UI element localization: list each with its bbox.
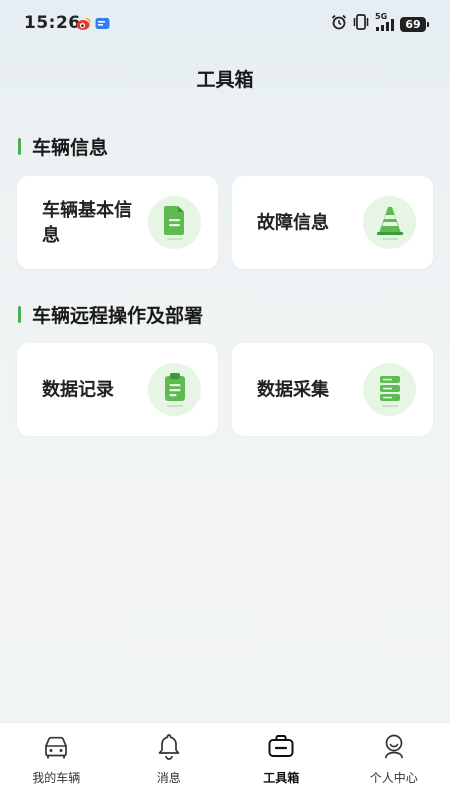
card-label: 故障信息 [257,212,329,233]
section-title-remote-ops: 车辆远程操作及部署 [18,301,203,328]
card-vehicle-basic-info[interactable]: 车辆基本信息 [17,176,218,269]
tab-messages[interactable]: 消息 [113,723,226,800]
toolbox-icon [266,731,296,765]
card-label: 数据记录 [42,379,114,400]
card-data-record[interactable]: 数据记录 [17,343,218,436]
weibo-icon [76,16,91,35]
card-fault-info[interactable]: 故障信息 [232,176,433,269]
card-data-collection[interactable]: 数据采集 [232,343,433,436]
status-bar: 15:26 5G 69 [0,0,450,48]
vibrate-icon [352,14,370,34]
page-title: 工具箱 [196,69,254,91]
document-icon [148,196,201,249]
card-label: 车辆基本信息 [42,199,132,246]
tab-label: 我的车辆 [32,771,81,785]
status-time: 15:26 [24,13,81,33]
traffic-cone-icon [363,196,416,249]
tab-label: 个人中心 [369,771,418,785]
tab-toolbox[interactable]: 工具箱 [225,723,338,800]
card-label: 数据采集 [257,379,329,400]
section-title-text: 车辆远程操作及部署 [32,305,204,327]
tab-personal-center[interactable]: 个人中心 [338,723,450,800]
user-center-icon [379,731,409,765]
section-title-vehicle-info: 车辆信息 [18,133,108,160]
tab-my-vehicle[interactable]: 我的车辆 [0,723,113,800]
section-accent-bar [18,138,21,155]
bottom-tab-bar: 我的车辆 消息 工具箱 个人中心 [0,722,450,800]
message-app-icon [95,16,110,35]
clipboard-icon [148,363,201,416]
tab-label: 工具箱 [263,771,300,785]
alarm-icon [331,14,347,34]
battery-icon: 69 [400,16,429,32]
bell-icon [154,731,184,765]
car-icon [41,731,71,765]
tab-label: 消息 [156,771,181,785]
section-title-text: 车辆信息 [32,137,109,159]
section-accent-bar [18,306,21,323]
signal-icon: 5G [375,12,395,32]
database-icon [363,363,416,416]
